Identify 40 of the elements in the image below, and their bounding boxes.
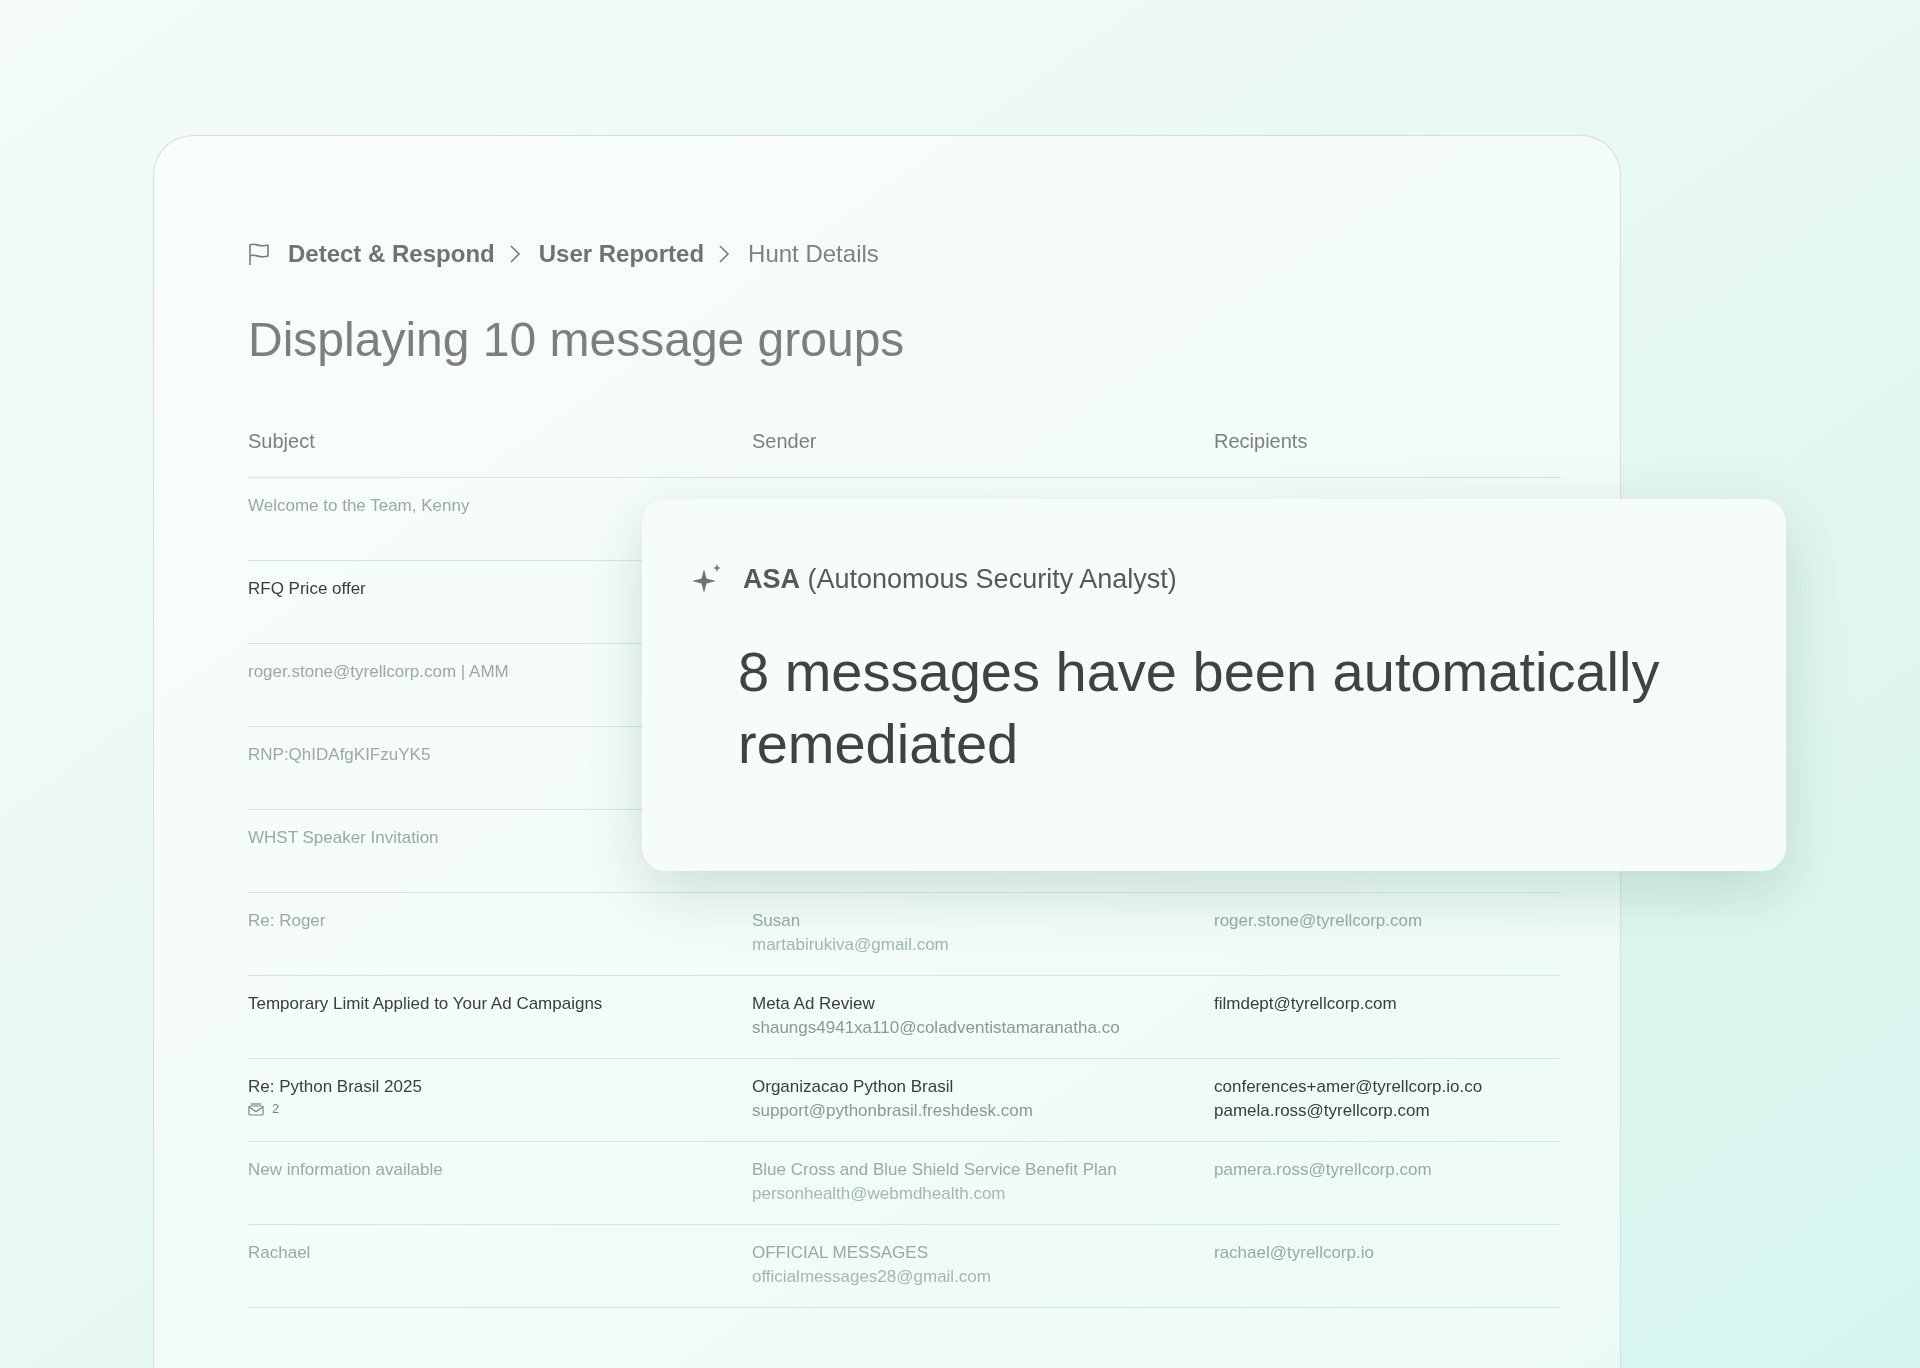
subject-text: Rachael xyxy=(248,1242,311,1264)
mail-stack-icon xyxy=(248,1102,264,1116)
breadcrumb-current: Hunt Details xyxy=(748,239,879,269)
recipient-email: roger.stone@tyrellcorp.com xyxy=(1214,910,1423,932)
subject-text: RNP:QhIDAfgKIFzuYK5 xyxy=(248,744,431,766)
subject-text: WHST Speaker Invitation xyxy=(248,827,439,849)
recipient-email: conferences+amer@tyrellcorp.io.co xyxy=(1214,1076,1483,1098)
page-title: Displaying 10 message groups xyxy=(248,312,906,368)
sender-name: Susan xyxy=(752,910,801,932)
subject-text: roger.stone@tyrellcorp.com | AMM xyxy=(248,661,509,683)
sender-name: Blue Cross and Blue Shield Service Benefit Plan xyxy=(752,1159,1117,1181)
subject-text: Temporary Limit Applied to Your Ad Campaigns xyxy=(248,993,603,1015)
sender-name: OFFICIAL MESSAGES xyxy=(752,1242,929,1264)
sender-name: Meta Ad Review xyxy=(752,993,875,1015)
subject-text: RFQ Price offer xyxy=(248,578,366,600)
subject-text: New information available xyxy=(248,1159,443,1181)
sender-name: Organizacao Python Brasil xyxy=(752,1076,954,1098)
subject-text: Re: Python Brasil 2025 xyxy=(248,1076,422,1098)
subject-text: Re: Roger xyxy=(248,910,326,932)
sender-email: officialmessages28@gmail.com xyxy=(752,1266,991,1288)
breadcrumb-link[interactable]: Detect & Respond xyxy=(288,236,495,272)
column-header[interactable]: Sender xyxy=(752,430,817,452)
subject-text: Welcome to the Team, Kenny xyxy=(248,495,470,517)
chevron-icon xyxy=(508,244,521,264)
recipient-email: filmdept@tyrellcorp.com xyxy=(1214,993,1397,1015)
recipient-email: pamera.ross@tyrellcorp.com xyxy=(1214,1159,1432,1181)
recipient-email: pamela.ross@tyrellcorp.com xyxy=(1214,1100,1430,1122)
sender-email: support@pythonbrasil.freshdesk.com xyxy=(752,1100,1033,1122)
flag-icon xyxy=(248,242,270,266)
column-header[interactable]: Subject xyxy=(248,430,315,452)
popup-message: 8 messages have been automatically remediated xyxy=(738,638,1661,777)
message-count: 2 xyxy=(272,1101,280,1117)
recipient-email: rachael@tyrellcorp.io xyxy=(1214,1242,1374,1264)
chevron-icon xyxy=(718,244,731,264)
sender-email: shaungs4941xa110@coladventistamaranatha.co xyxy=(752,1017,1120,1039)
popup-header: ASA (Autonomous Security Analyst) xyxy=(743,563,1177,596)
breadcrumb-link[interactable]: User Reported xyxy=(538,236,705,272)
column-header[interactable]: Recipients xyxy=(1214,430,1308,452)
sender-email: martabirukiva@gmail.com xyxy=(752,934,949,956)
sender-email: personhealth@webmdhealth.com xyxy=(752,1183,1006,1205)
